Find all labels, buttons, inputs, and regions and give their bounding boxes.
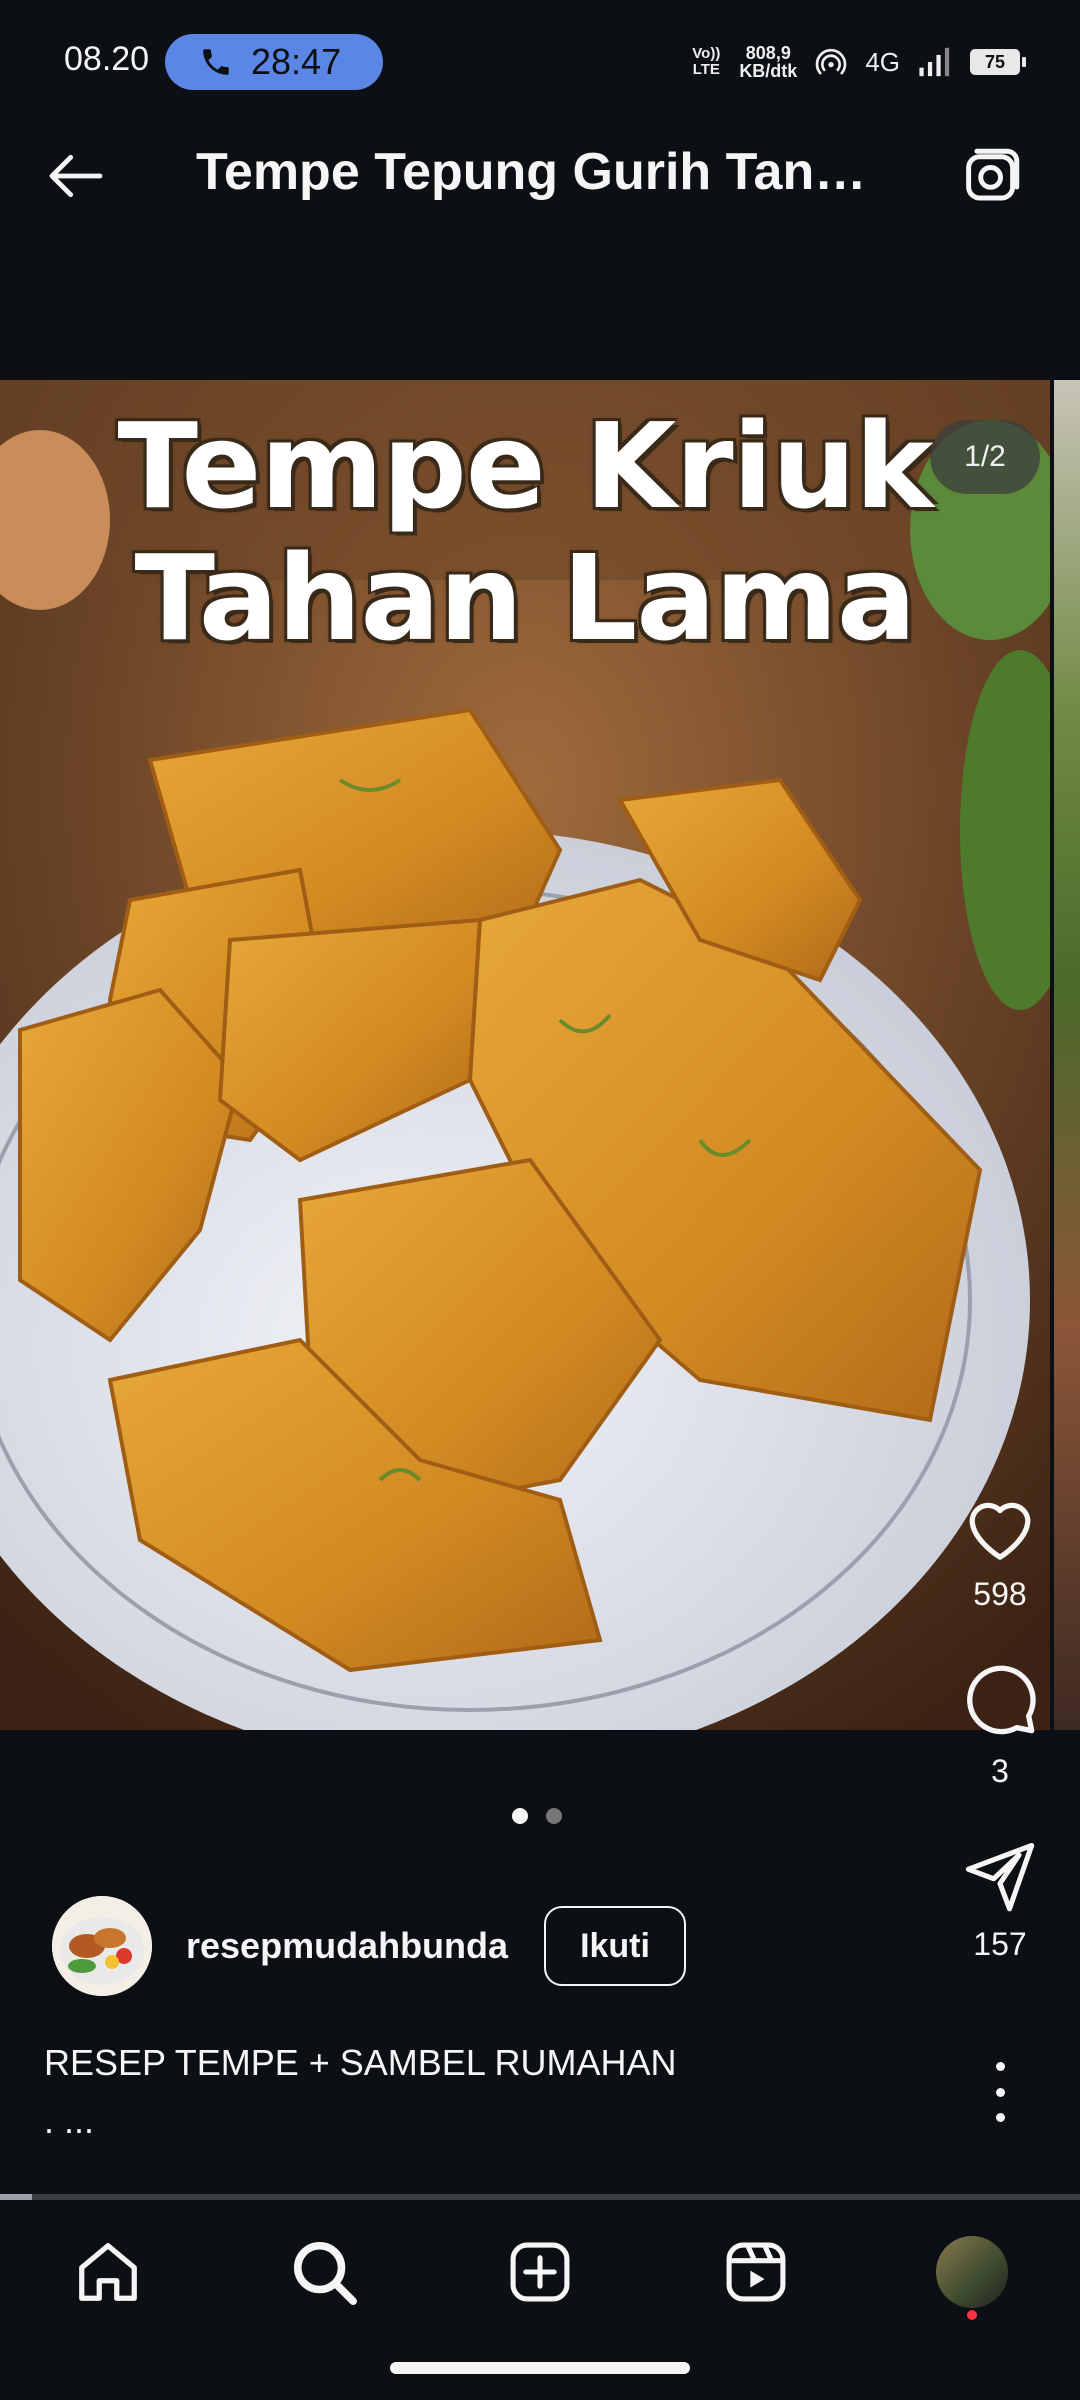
follow-button[interactable]: Ikuti [544,1906,686,1986]
heart-icon [969,1502,1031,1560]
nav-search[interactable] [284,2232,364,2312]
more-vertical-icon [995,2062,1005,2071]
comment-action[interactable]: 3 [940,1659,1060,1790]
image-text-line-2: Tahan Lama [134,529,916,667]
battery-indicator: 75 [970,49,1026,75]
share-count: 157 [973,1926,1027,1962]
network-type: 4G [865,46,900,77]
nav-home[interactable] [68,2232,148,2312]
like-action[interactable]: 598 [940,1490,1060,1613]
hotspot-icon [816,48,847,75]
search-icon [293,2241,357,2305]
author-row: resepmudahbunda Ikuti [52,1896,686,1996]
network-speed: 808,9 KB/dtk [739,44,797,80]
camera-button[interactable] [956,140,1028,212]
nav-create[interactable] [500,2232,580,2312]
share-action[interactable]: 157 [940,1836,1060,1963]
caption-more[interactable]: . ... [44,2100,94,2142]
home-indicator[interactable] [390,2362,690,2374]
nav-reels[interactable] [716,2232,796,2312]
nav-profile[interactable] [932,2232,1012,2312]
volte-indicator: Vo)) LTE [692,45,721,78]
send-icon [965,1842,1035,1912]
author-username[interactable]: resepmudahbunda [186,1925,508,1967]
carousel-dots [512,1808,562,1824]
page-title: Tempe Tepung Gurih Tanpa Rasa Tepung Yan… [196,143,896,201]
carousel-dot-2 [546,1808,562,1824]
phone-icon [203,49,229,75]
post-actions: 598 3 157 [940,1490,1060,2009]
slide-counter: 1/2 [930,420,1040,494]
image-text-line-1: Tempe Kriuk [117,397,934,535]
profile-avatar [936,2236,1008,2308]
status-icons: Vo)) LTE 808,9 KB/dtk 4G 75 [691,40,1026,84]
like-count: 598 [973,1576,1027,1612]
comment-count: 3 [991,1753,1009,1789]
post-header: Tempe Tepung Gurih Tanpa Rasa Tepung Yan… [0,120,1080,230]
status-time: 08.20 [64,40,150,78]
network-speed-value: 808,9 [745,43,791,63]
camera-icon [966,148,1020,201]
more-options-button[interactable] [980,2062,1020,2122]
call-duration: 28:47 [251,41,342,82]
home-icon [79,2243,137,2301]
carousel-dot-1 [512,1808,528,1824]
image-overlay-text: Tempe Kriuk Tahan Lama [0,400,1050,664]
signal-icon [919,47,950,77]
author-avatar[interactable] [52,1896,152,1996]
profile-notification-dot [967,2310,977,2320]
reels-icon [726,2242,786,2302]
back-button[interactable] [40,140,112,212]
post-image[interactable]: Tempe Kriuk Tahan Lama [0,380,1050,1730]
ongoing-call-pill[interactable]: 28:47 [165,34,383,90]
add-icon [510,2242,570,2302]
post-caption[interactable]: RESEP TEMPE + SAMBEL RUMAHAN [44,2042,677,2084]
arrow-left-icon [49,154,103,198]
status-bar: 08.20 28:47 Vo)) LTE 808,9 KB/dtk 4G 75 [0,0,1080,120]
author-avatar-image [52,1896,152,1996]
network-speed-unit: KB/dtk [739,61,798,81]
comment-icon [967,1665,1036,1735]
